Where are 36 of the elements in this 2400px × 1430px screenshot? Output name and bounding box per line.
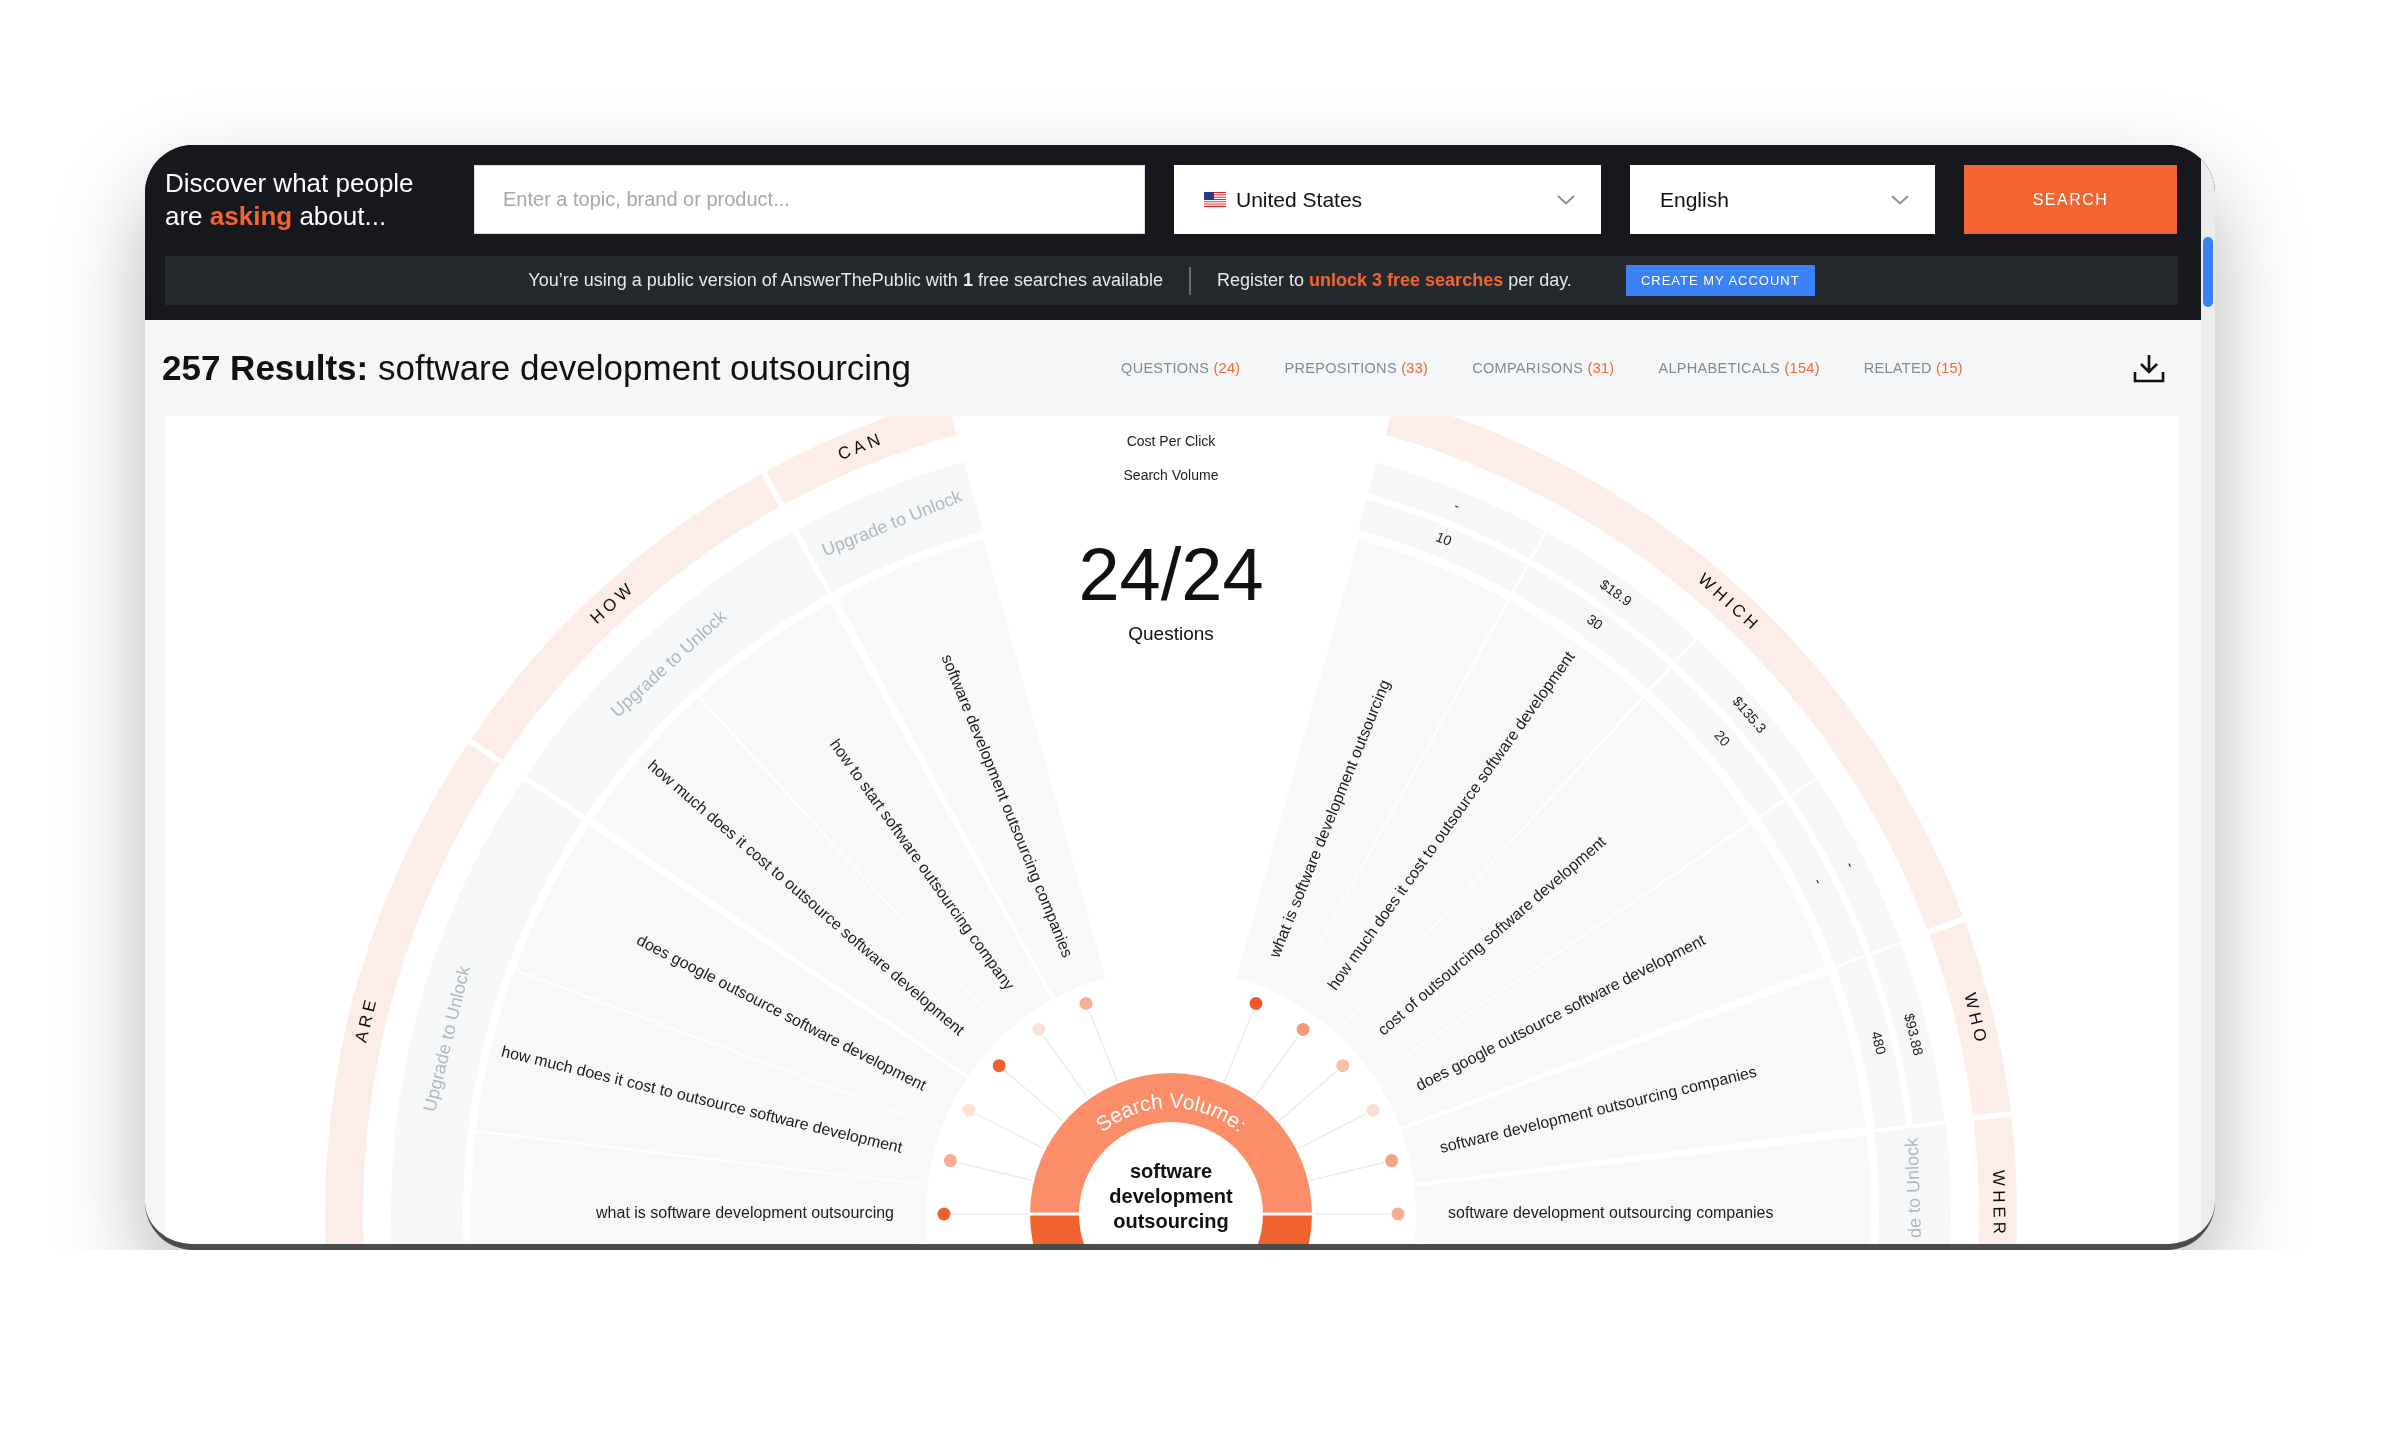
create-account-button[interactable]: CREATE MY ACCOUNT xyxy=(1625,265,1815,296)
connector-line xyxy=(1297,1113,1367,1150)
legend-label: Cost Per Click xyxy=(1126,433,1216,449)
count-caption: Questions xyxy=(1128,623,1214,644)
category-label: CAN xyxy=(835,428,887,465)
category-label: WHO xyxy=(1960,991,1992,1048)
connector-line xyxy=(1278,1070,1338,1122)
country-dropdown[interactable]: United States xyxy=(1174,165,1601,234)
question-count: 24/24 xyxy=(1078,533,1264,616)
download-icon[interactable] xyxy=(2133,353,2165,383)
language-dropdown[interactable]: English xyxy=(1630,165,1935,234)
volume-value: 480 xyxy=(1868,1029,1890,1057)
center-term: software development outsourcing xyxy=(1109,1160,1233,1232)
legend-label: Search Volume xyxy=(1123,467,1219,483)
cpc-value: - xyxy=(1842,858,1859,871)
category-label: ARE xyxy=(351,994,381,1045)
question-label[interactable]: what is software development outsourcing xyxy=(596,1204,894,1222)
flag-icon xyxy=(1204,192,1226,207)
register-text: Register to unlock 3 free searches per day. xyxy=(1217,270,1572,291)
chevron-icon xyxy=(1891,194,1909,205)
results-title: 257 Results: software development outsourcing xyxy=(162,348,912,388)
notice-text: You’re using a public version of AnswerThePublic with 1 free searches available xyxy=(528,270,1163,291)
volume-value: 30 xyxy=(1583,610,1606,633)
connector-line xyxy=(975,1113,1045,1150)
search-field[interactable]: Enter a topic, brand or product... xyxy=(474,165,1145,234)
cpc-value: - xyxy=(1452,497,1463,514)
scrollbar-thumb[interactable] xyxy=(2203,237,2213,307)
volume-value: 10 xyxy=(1433,528,1454,550)
cpc-value: $93.88 xyxy=(1901,1011,1927,1057)
chevron-icon xyxy=(1557,194,1575,205)
question-label[interactable]: software development outsourcing companies xyxy=(1448,1204,1774,1222)
category-label: WHER xyxy=(1989,1169,2009,1239)
volume-value: - xyxy=(1810,875,1827,887)
connector-line xyxy=(1004,1070,1064,1122)
volume-value: 20 xyxy=(1711,727,1734,750)
tagline: Discover what people are asking about... xyxy=(165,166,415,233)
